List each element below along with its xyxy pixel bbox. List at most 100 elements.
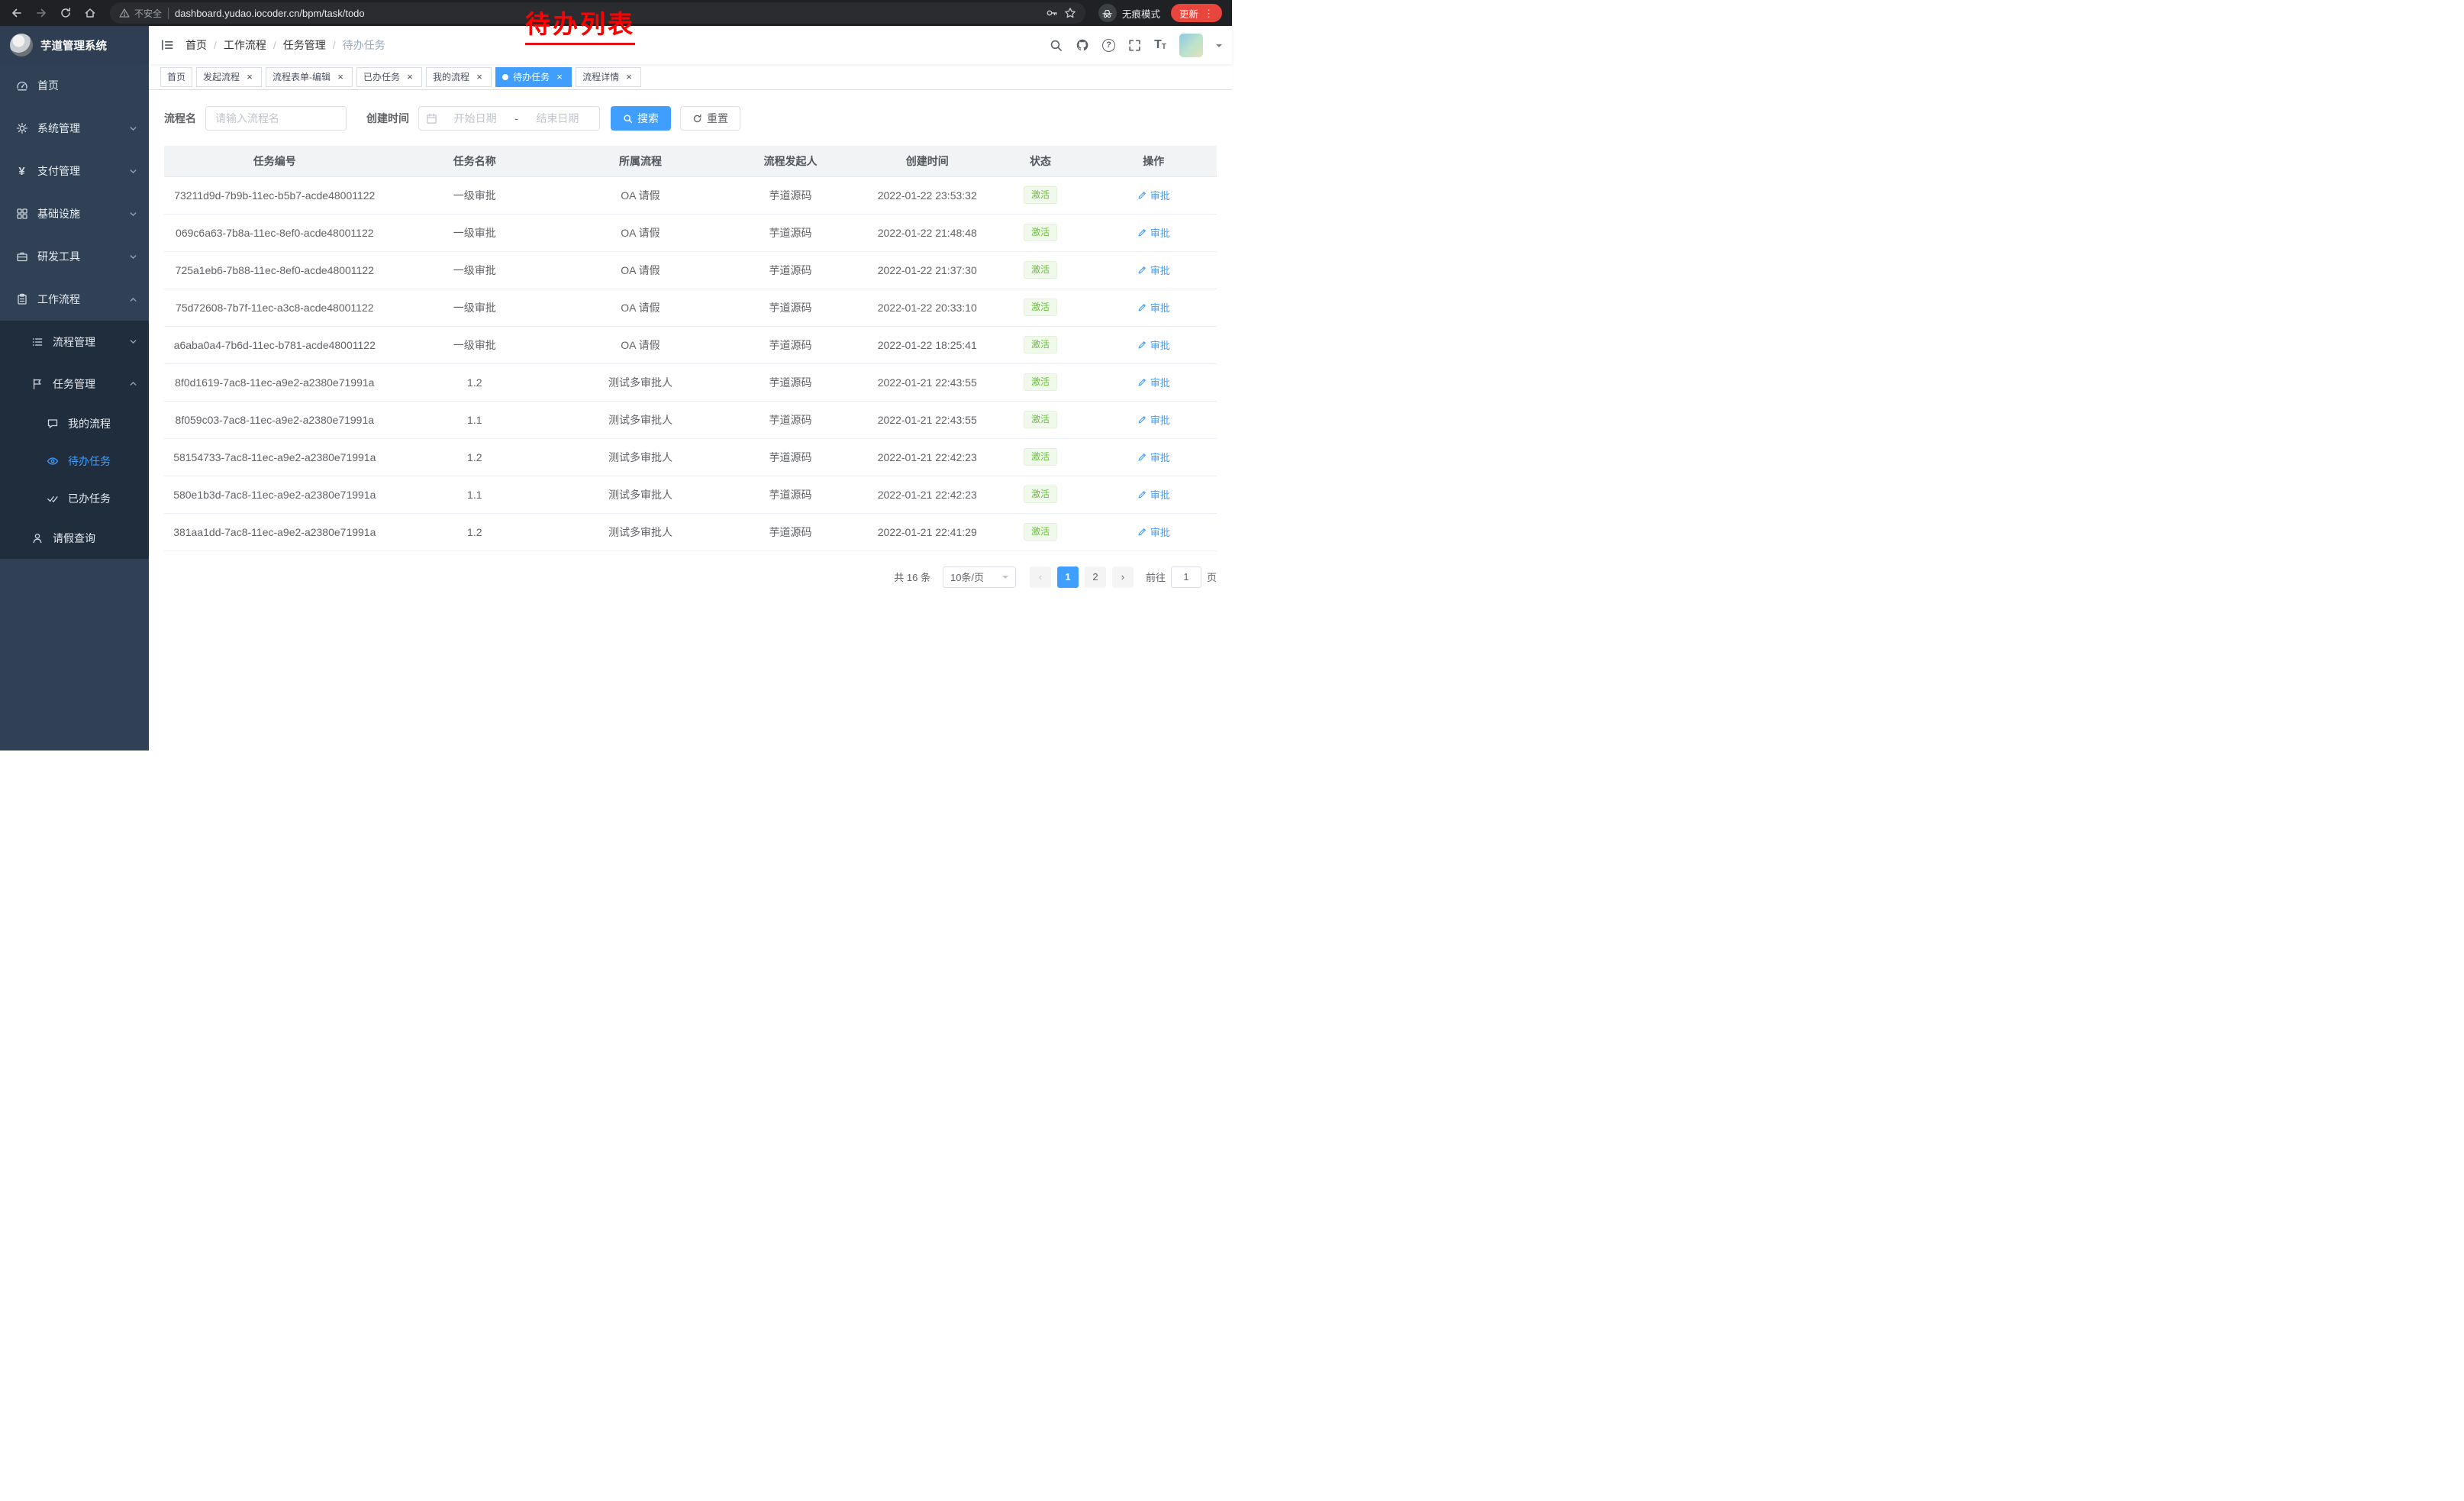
sidebar-item-label: 已办任务 <box>68 491 111 506</box>
password-key-icon[interactable] <box>1046 7 1058 19</box>
approve-link[interactable]: 审批 <box>1137 337 1170 352</box>
avatar[interactable] <box>1179 34 1203 57</box>
start-date-placeholder: 开始日期 <box>440 111 510 126</box>
next-page-button[interactable]: › <box>1112 567 1134 588</box>
close-icon[interactable]: × <box>244 72 255 82</box>
pagination: 共 16 条 10条/页 ‹ 1 2 › 前往 页 <box>164 567 1217 588</box>
incognito-profile-chip[interactable]: 无痕模式 <box>1095 4 1164 22</box>
breadcrumb-task-management[interactable]: 任务管理 <box>283 37 326 53</box>
page-button-2[interactable]: 2 <box>1085 567 1106 588</box>
url-text: dashboard.yudao.iocoder.cn/bpm/task/todo <box>175 8 1040 19</box>
edit-pen-icon <box>1137 527 1147 537</box>
tab-my-process[interactable]: 我的流程 × <box>426 67 492 87</box>
close-icon[interactable]: × <box>474 72 485 82</box>
github-icon[interactable] <box>1076 38 1089 52</box>
font-size-icon[interactable]: TT <box>1154 39 1166 51</box>
goto-page-input[interactable] <box>1171 567 1201 588</box>
sidebar-item-done-tasks[interactable]: 已办任务 <box>0 479 149 517</box>
active-dot <box>502 74 508 80</box>
toolbox-icon <box>15 250 28 263</box>
process-name-input[interactable] <box>205 106 347 131</box>
tab-home[interactable]: 首页 <box>160 67 192 87</box>
search-button[interactable]: 搜索 <box>611 106 671 131</box>
tab-form-edit[interactable]: 流程表单-编辑 × <box>266 67 353 87</box>
date-range-picker[interactable]: 开始日期 - 结束日期 <box>418 106 600 131</box>
approve-link[interactable]: 审批 <box>1137 375 1170 389</box>
tab-process-detail[interactable]: 流程详情 × <box>576 67 641 87</box>
forward-icon[interactable] <box>31 2 52 24</box>
sidebar-collapse-icon[interactable] <box>149 38 185 52</box>
col-task-name: 任务名称 <box>385 146 564 176</box>
page-button-1[interactable]: 1 <box>1057 567 1079 588</box>
close-icon[interactable]: × <box>554 72 565 82</box>
home-icon[interactable] <box>79 2 101 24</box>
sidebar-item-home[interactable]: 首页 <box>0 64 149 107</box>
breadcrumb-home[interactable]: 首页 <box>185 37 207 53</box>
approve-link[interactable]: 审批 <box>1137 263 1170 277</box>
breadcrumb-workflow[interactable]: 工作流程 <box>224 37 266 53</box>
sidebar-item-payment[interactable]: ¥ 支付管理 <box>0 150 149 192</box>
sidebar-item-workflow[interactable]: 工作流程 <box>0 278 149 321</box>
back-icon[interactable] <box>6 2 27 24</box>
reset-button[interactable]: 重置 <box>680 106 740 131</box>
process-name-label: 流程名 <box>164 111 196 126</box>
sidebar-item-todo-tasks[interactable]: 待办任务 <box>0 442 149 479</box>
help-icon[interactable]: ? <box>1102 39 1115 52</box>
page-size-select[interactable]: 10条/页 <box>943 567 1016 588</box>
search-icon[interactable] <box>1050 39 1063 52</box>
close-icon[interactable]: × <box>405 72 415 82</box>
address-bar[interactable]: 不安全 dashboard.yudao.iocoder.cn/bpm/task/… <box>110 2 1085 24</box>
flag-icon <box>31 378 44 390</box>
breadcrumb-separator: / <box>214 39 217 51</box>
chevron-down-icon <box>129 337 137 346</box>
prev-page-button[interactable]: ‹ <box>1030 567 1051 588</box>
close-icon[interactable]: × <box>624 72 634 82</box>
sidebar-item-system[interactable]: 系统管理 <box>0 107 149 150</box>
approve-link[interactable]: 审批 <box>1137 412 1170 427</box>
approve-link[interactable]: 审批 <box>1137 525 1170 539</box>
edit-pen-icon <box>1137 415 1147 424</box>
approve-link[interactable]: 审批 <box>1137 450 1170 464</box>
menu-dots-icon: ⋮ <box>1204 8 1214 18</box>
sidebar-item-process-management[interactable]: 流程管理 <box>0 321 149 363</box>
chevron-down-icon[interactable] <box>1216 44 1222 50</box>
approve-link[interactable]: 审批 <box>1137 487 1170 502</box>
status-badge: 激活 <box>1024 411 1057 428</box>
tab-start-process[interactable]: 发起流程 × <box>196 67 262 87</box>
grid-icon <box>15 208 28 220</box>
approve-link[interactable]: 审批 <box>1137 225 1170 240</box>
status-badge: 激活 <box>1024 373 1057 391</box>
edit-pen-icon <box>1137 228 1147 237</box>
table-row: 381aa1dd-7ac8-11ec-a9e2-a2380e71991a1.2测… <box>164 513 1217 550</box>
approve-link[interactable]: 审批 <box>1137 300 1170 315</box>
filter-bar: 流程名 创建时间 开始日期 - 结束日期 搜索 <box>164 106 1217 131</box>
sidebar: 芋道管理系统 首页 系统管理 ¥ 支付管理 <box>0 26 149 750</box>
edit-pen-icon <box>1137 190 1147 200</box>
profile-label: 无痕模式 <box>1122 6 1160 21</box>
status-badge: 激活 <box>1024 299 1057 316</box>
edit-pen-icon <box>1137 452 1147 462</box>
chrome-update-button[interactable]: 更新 ⋮ <box>1171 4 1222 22</box>
fullscreen-icon[interactable] <box>1128 39 1141 52</box>
close-icon[interactable]: × <box>335 72 346 82</box>
incognito-icon <box>1098 4 1117 22</box>
tab-done-tasks[interactable]: 已办任务 × <box>356 67 422 87</box>
sidebar-item-label: 我的流程 <box>68 416 111 431</box>
calendar-icon <box>426 113 437 124</box>
sidebar-item-my-process[interactable]: 我的流程 <box>0 405 149 442</box>
sidebar-item-task-management[interactable]: 任务管理 <box>0 363 149 405</box>
approve-link[interactable]: 审批 <box>1137 188 1170 202</box>
sidebar-item-devtools[interactable]: 研发工具 <box>0 235 149 278</box>
table-row: a6aba0a4-7b6d-11ec-b781-acde48001122一级审批… <box>164 326 1217 363</box>
refresh-icon[interactable] <box>55 2 76 24</box>
goto-page: 前往 页 <box>1146 567 1217 588</box>
sidebar-item-infrastructure[interactable]: 基础设施 <box>0 192 149 235</box>
security-warning[interactable]: 不安全 <box>119 7 162 20</box>
sidebar-item-leave-query[interactable]: 请假查询 <box>0 517 149 559</box>
logo-row[interactable]: 芋道管理系统 <box>0 26 149 64</box>
bookmark-star-icon[interactable] <box>1064 7 1076 19</box>
col-action: 操作 <box>1090 146 1217 176</box>
status-badge: 激活 <box>1024 523 1057 541</box>
tab-todo-tasks[interactable]: 待办任务 × <box>495 67 572 87</box>
pagination-total: 共 16 条 <box>894 570 930 584</box>
